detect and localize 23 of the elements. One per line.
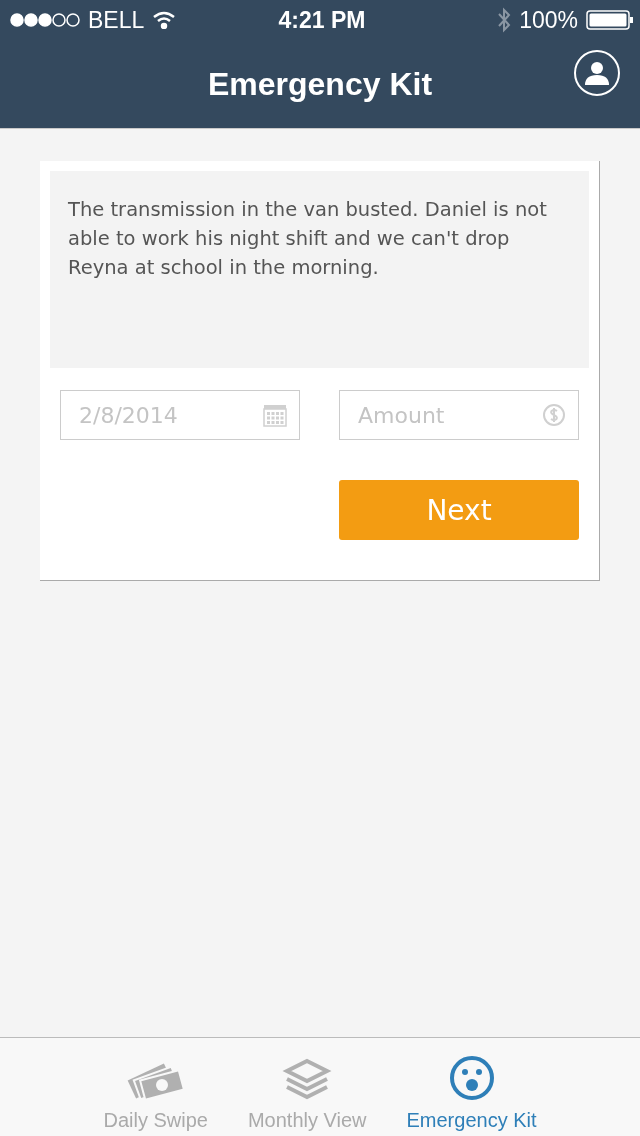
battery-icon: [586, 9, 634, 31]
tab-bar-item[interactable]: Monthly View: [247, 1038, 367, 1136]
battery-percent: 100%: [519, 6, 578, 34]
bluetooth-icon: [497, 7, 512, 33]
status-time: 4:21 PM: [278, 6, 366, 34]
page-title: Emergency Kit: [207, 65, 433, 103]
tab-bar-item[interactable]: Emergency Kit: [406, 1038, 537, 1136]
surprised-face-icon: [448, 1055, 495, 1101]
user-icon: [583, 61, 611, 85]
date-field[interactable]: 2/8/2014: [60, 390, 300, 440]
layers-icon: [282, 1057, 333, 1101]
calendar-icon: [263, 403, 287, 427]
carrier-name: BELL: [88, 6, 145, 34]
tab-bar-item[interactable]: Daily Swipe: [103, 1038, 208, 1136]
description-text[interactable]: The transmission in the van busted. Daniel is not able to work his night shift and we can't drop Reyna at school in the morning.: [50, 171, 589, 368]
dollar-coin-icon: [542, 403, 566, 427]
next-button[interactable]: Next: [339, 480, 579, 540]
profile-button[interactable]: [574, 50, 620, 96]
wifi-icon: [152, 11, 177, 29]
date-input[interactable]: 2/8/2014: [77, 401, 257, 429]
signal-icon: [10, 13, 80, 27]
amount-input[interactable]: Amount: [356, 401, 536, 429]
amount-field[interactable]: Amount: [339, 390, 579, 440]
